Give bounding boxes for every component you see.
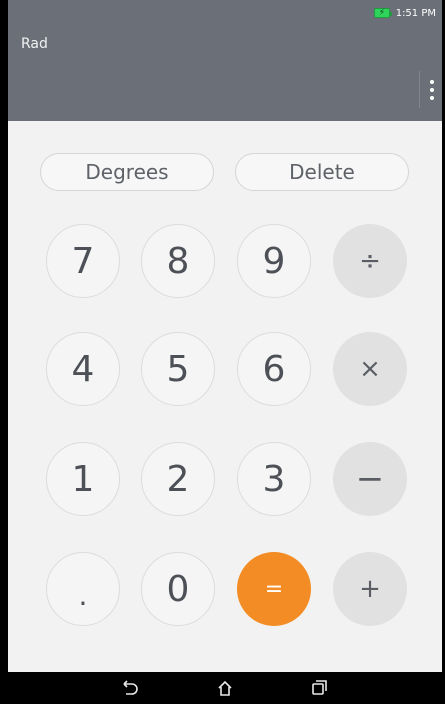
key-3[interactable]: 3 (237, 442, 311, 516)
android-nav-bar (0, 672, 445, 704)
key-9[interactable]: 9 (237, 224, 311, 298)
home-icon[interactable] (213, 676, 237, 700)
overflow-menu-icon[interactable] (426, 80, 438, 100)
recent-apps-icon[interactable] (306, 676, 330, 700)
calculator-display[interactable] (8, 56, 442, 121)
key-2[interactable]: 2 (141, 442, 215, 516)
multiply-button[interactable]: × (333, 332, 407, 406)
keypad: Degrees Delete 7 8 9 ÷ 4 5 6 × 1 2 3 − .… (8, 121, 442, 672)
back-arrow-icon[interactable] (118, 676, 142, 700)
decimal-point-button[interactable]: . (46, 552, 120, 626)
key-6[interactable]: 6 (237, 332, 311, 406)
angle-mode-indicator: Rad (21, 36, 48, 52)
charging-bolt-icon: ⚡ (378, 8, 386, 18)
key-4[interactable]: 4 (46, 332, 120, 406)
status-bar: ⚡ 1:51 PM (373, 6, 436, 20)
degrees-button[interactable]: Degrees (40, 153, 214, 191)
menu-divider (419, 71, 420, 108)
plus-button[interactable]: + (333, 552, 407, 626)
key-8[interactable]: 8 (141, 224, 215, 298)
minus-button[interactable]: − (333, 442, 407, 516)
key-0[interactable]: 0 (141, 552, 215, 626)
delete-button[interactable]: Delete (235, 153, 409, 191)
key-5[interactable]: 5 (141, 332, 215, 406)
status-time: 1:51 PM (395, 7, 436, 19)
divide-button[interactable]: ÷ (333, 224, 407, 298)
equals-button[interactable]: = (237, 552, 311, 626)
key-1[interactable]: 1 (46, 442, 120, 516)
key-7[interactable]: 7 (46, 224, 120, 298)
battery-charging-icon: ⚡ (373, 8, 392, 18)
calculator-app: ⚡ 1:51 PM Rad Degrees Delete 7 8 9 ÷ 4 5… (8, 0, 442, 704)
calculator-header: ⚡ 1:51 PM Rad (8, 0, 442, 121)
